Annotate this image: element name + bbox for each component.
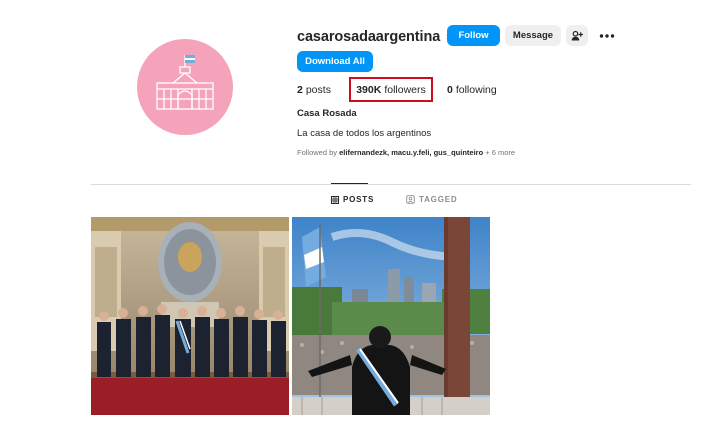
posts-count-value: 2 <box>297 84 303 96</box>
followers-count-value: 390K <box>356 83 382 96</box>
following-link[interactable]: 0 following <box>447 84 497 96</box>
posts-count-label: posts <box>305 84 331 96</box>
followers-count-label: followers <box>384 83 426 96</box>
username-row: casarosadaargentina <box>297 26 459 48</box>
post-thumbnail[interactable] <box>292 217 490 415</box>
following-count-label: following <box>455 84 497 96</box>
followed-by-more: + 6 more <box>483 148 516 157</box>
tab-tagged-label: TAGGED <box>419 195 458 204</box>
tab-posts[interactable]: POSTS <box>331 195 374 204</box>
tagged-icon <box>406 195 415 204</box>
username: casarosadaargentina <box>297 29 441 45</box>
posts-count: 2 posts <box>297 84 331 96</box>
grid-icon <box>331 195 339 204</box>
following-count-value: 0 <box>447 84 453 96</box>
tab-tagged[interactable]: TAGGED <box>406 195 457 204</box>
post-image-group-photo <box>91 217 289 415</box>
message-button[interactable]: Message <box>505 25 561 46</box>
active-tab-indicator <box>331 183 368 184</box>
profile-avatar[interactable] <box>137 39 233 135</box>
download-all-button[interactable]: Download All <box>297 51 373 72</box>
more-options-icon <box>599 33 615 38</box>
add-user-icon <box>571 30 583 40</box>
followed-by[interactable]: Followed by elifernandezk, macu.y.feli, … <box>297 148 515 157</box>
profile-full-name: Casa Rosada <box>297 108 357 119</box>
profile-bio: La casa de todos los argentinos <box>297 128 432 139</box>
tab-posts-label: POSTS <box>343 195 375 204</box>
followed-by-prefix: Followed by <box>297 148 340 157</box>
followers-link[interactable]: 390K followers <box>349 77 433 102</box>
casa-rosada-logo <box>156 55 214 110</box>
followed-by-names: elifernandezk, macu.y.feli, gus_quinteir… <box>339 148 484 157</box>
post-image-balcony-crowd <box>292 217 490 415</box>
tabs-divider <box>91 184 691 185</box>
more-options-button[interactable] <box>596 25 618 46</box>
suggested-accounts-button[interactable] <box>566 25 588 46</box>
follow-button[interactable]: Follow <box>447 25 500 46</box>
post-thumbnail[interactable] <box>91 217 289 415</box>
